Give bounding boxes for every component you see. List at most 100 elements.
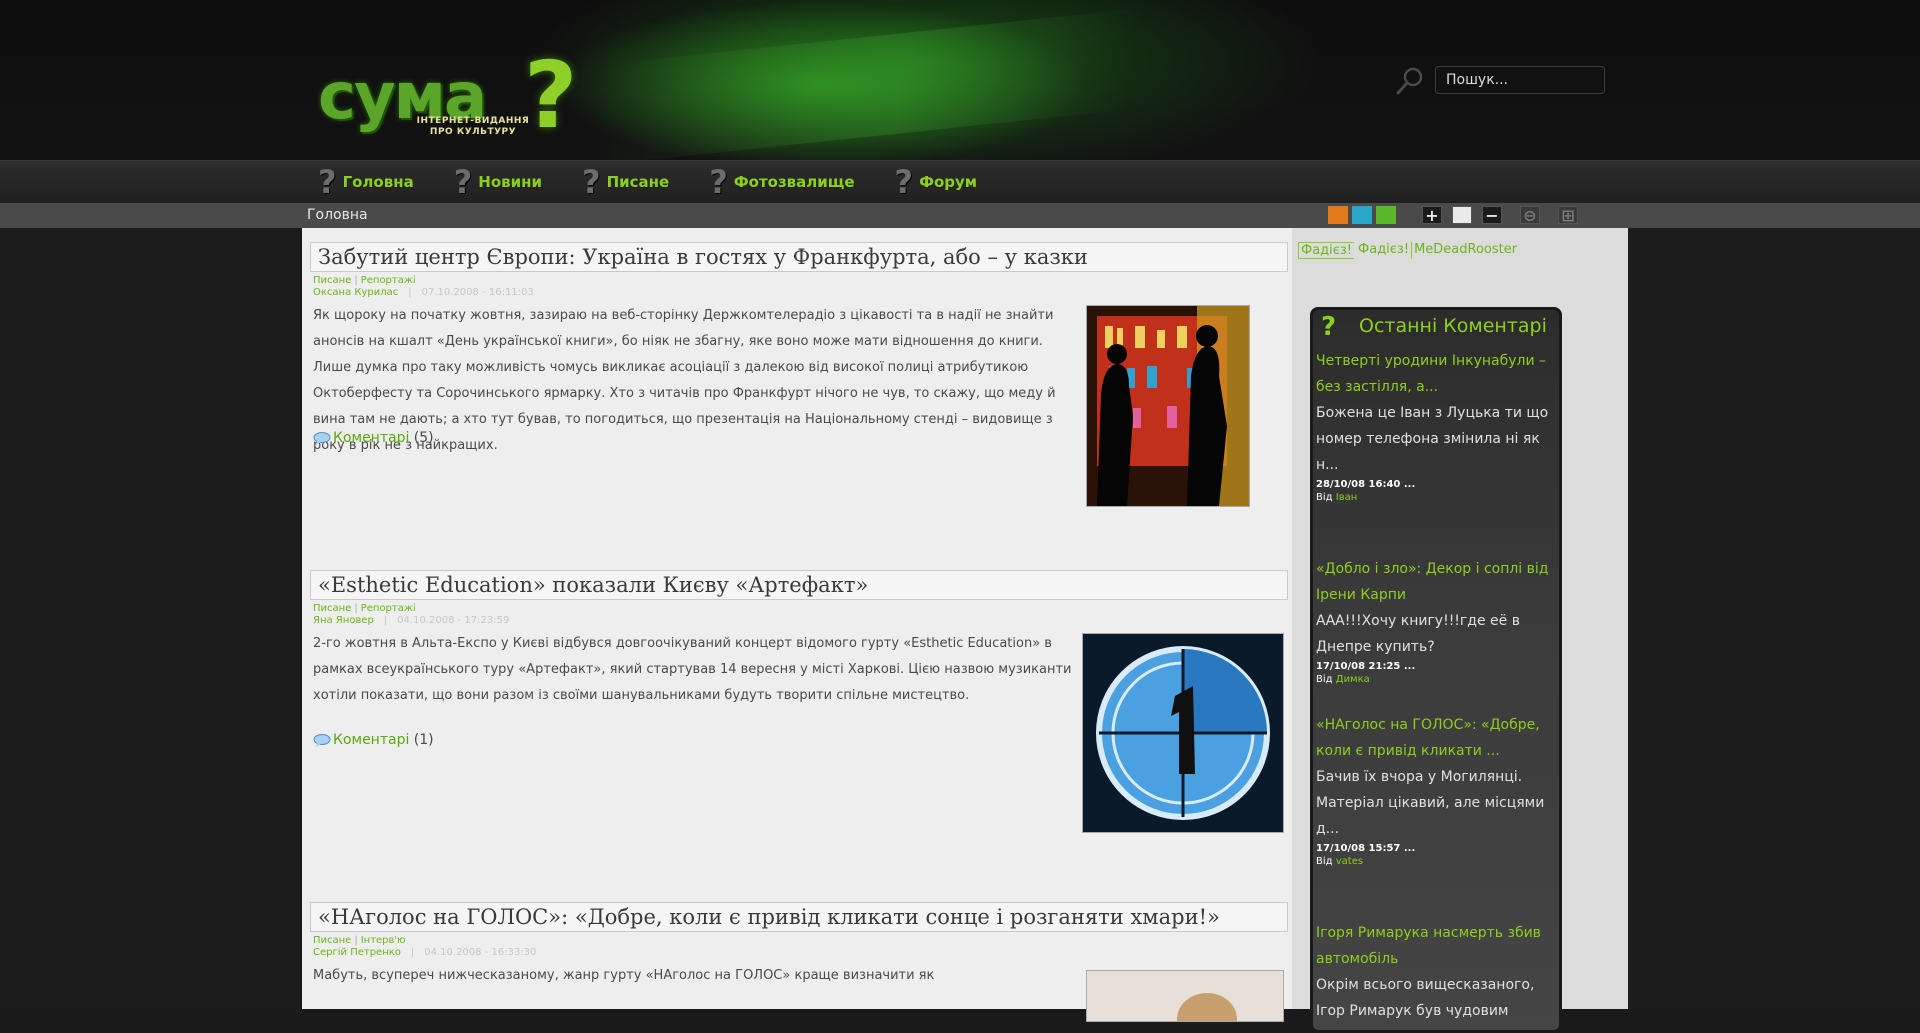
question-mark-icon: ? (1321, 312, 1337, 342)
comment-item: «Добло і зло»: Декор і соплі від Ірени К… (1316, 556, 1554, 686)
comment-bubble-icon (313, 733, 331, 747)
logo-subtitle-line2: ПРО КУЛЬТУРУ (429, 127, 517, 137)
comment-date: 28/10/08 16:40 ... (1316, 479, 1416, 490)
article-categories: Писане | Репортажі (313, 603, 416, 614)
nav-item-written[interactable]: ? Писане (582, 166, 669, 198)
question-mark-icon: ? (894, 163, 914, 201)
question-mark-icon: ? (709, 163, 728, 201)
comment-article-link[interactable]: «Добло і зло»: Декор і соплі від Ірени К… (1316, 556, 1554, 608)
site-logo[interactable]: сума ? ІНТЕРНЕТ-ВИДАННЯ ПРО КУЛЬТУРУ (318, 42, 578, 150)
article-categories: Писане | Інтерв'ю (313, 935, 406, 946)
question-mark-icon: ? (318, 163, 337, 201)
by-label: Від (1316, 856, 1333, 867)
comment-article-link[interactable]: «НАголос на ГОЛОС»: «Добре, коли є приві… (1316, 712, 1554, 764)
comments-count: (5) (413, 430, 434, 446)
search-input[interactable] (1435, 66, 1605, 94)
search-icon[interactable] (1395, 66, 1425, 96)
style-toolbar: + − ⊖ ⊞ (1328, 206, 1578, 224)
comment-author: Від Іван (1316, 491, 1554, 504)
question-mark-icon: ? (453, 163, 473, 201)
left-background (0, 228, 302, 1009)
page-content: Забутий центр Європи: Україна в гостях у… (302, 228, 1628, 1033)
comment-item: Четверті уродини Інкунабули – без застіл… (1316, 348, 1554, 504)
by-label: Від (1316, 492, 1333, 503)
nav-item-label: Головна (342, 173, 414, 191)
comment-item: «НАголос на ГОЛОС»: «Добре, коли є приві… (1316, 712, 1554, 868)
logo-subtitle-line1: ІНТЕРНЕТ-ВИДАННЯ (416, 116, 530, 126)
comments-link[interactable]: Коментарі (5) (313, 430, 434, 446)
nav-item-forum[interactable]: ? Форум (895, 166, 978, 198)
tag-cloud: Фадієз! Фадієз! MeDeadRooster (1298, 242, 1519, 259)
orange-theme-swatch[interactable] (1328, 206, 1348, 224)
article-meta: Сергій Петренко | 04.10.2008 - 16:33:30 (313, 947, 537, 958)
by-label: Від (1316, 674, 1333, 685)
article-body: Мабуть, всупереч нижческазаному, жанр гу… (313, 968, 935, 983)
article-title[interactable]: Забутий центр Європи: Україна в гостях у… (310, 242, 1288, 272)
font-decrease-button[interactable]: − (1482, 206, 1502, 224)
sidebar: Фадієз! Фадієз! MeDeadRooster ? Останні … (1292, 228, 1628, 1033)
category-link[interactable]: Писане (313, 275, 351, 286)
comment-user-link[interactable]: Іван (1336, 492, 1358, 503)
nav-item-label: Фотозвалище (733, 173, 855, 191)
font-reset-button[interactable] (1452, 206, 1472, 224)
question-mark-icon: ? (582, 163, 601, 201)
comment-excerpt: Бачив їх вчора у Могилянці. Матеріал цік… (1316, 769, 1545, 837)
comment-date: 17/10/08 21:25 ... (1316, 661, 1416, 672)
right-background (1628, 228, 1920, 1009)
green-theme-swatch[interactable] (1376, 206, 1396, 224)
author-link[interactable]: Оксана Курилас (313, 287, 398, 298)
article-image-bookshelf[interactable] (1086, 305, 1250, 507)
article-title[interactable]: «Esthetic Education» показали Києву «Арт… (310, 570, 1288, 600)
nav-item-label: Новини (478, 173, 543, 191)
narrow-layout-icon[interactable]: ⊖ (1520, 206, 1540, 224)
nav-item-home[interactable]: ? Головна (318, 166, 414, 198)
recent-comments-header: ? Останні Коментарі (1313, 310, 1559, 342)
article-meta: Яна Яновер | 04.10.2008 - 17:23:59 (313, 615, 510, 626)
article-date: 07.10.2008 - 16:11:03 (421, 287, 534, 298)
wide-layout-icon[interactable]: ⊞ (1558, 206, 1578, 224)
category-link[interactable]: Писане (313, 935, 351, 946)
article: «Esthetic Education» показали Києву «Арт… (310, 570, 1290, 870)
comments-count: (1) (413, 732, 434, 748)
font-increase-button[interactable]: + (1422, 206, 1442, 224)
article-title[interactable]: «НАголос на ГОЛОС»: «Добре, коли є приві… (310, 902, 1288, 932)
nav-item-news[interactable]: ? Новини (454, 166, 542, 198)
tag-link[interactable]: Фадієз! (1298, 242, 1355, 259)
main-nav: ? Головна ? Новини ? Писане ? Фотозвалищ… (0, 160, 1920, 204)
article-meta: Оксана Курилас | 07.10.2008 - 16:11:03 (313, 287, 534, 298)
site-header: сума ? ІНТЕРНЕТ-ВИДАННЯ ПРО КУЛЬТУРУ (0, 0, 1920, 160)
comments-label: Коментарі (333, 430, 410, 446)
subcategory-link[interactable]: Репортажі (361, 275, 416, 286)
category-link[interactable]: Писане (313, 603, 351, 614)
tag-link[interactable]: Фадієз! (1356, 242, 1411, 259)
comments-link[interactable]: Коментарі (1) (313, 732, 434, 748)
tag-link[interactable]: MeDeadRooster (1411, 242, 1519, 259)
comments-label: Коментарі (333, 732, 410, 748)
comment-excerpt: Окрім всього вищесказаного, Ігор Римарук… (1316, 977, 1535, 1019)
breadcrumb-bar: Головна + − ⊖ ⊞ (0, 203, 1920, 229)
breadcrumb: Головна (307, 207, 368, 223)
comment-article-link[interactable]: Четверті уродини Інкунабули – без застіл… (1316, 348, 1554, 400)
nav-item-label: Писане (606, 173, 670, 191)
comment-bubble-icon (313, 431, 331, 445)
comment-user-link[interactable]: Димка (1336, 674, 1370, 685)
main-column: Забутий центр Європи: Україна в гостях у… (302, 228, 1292, 1022)
comment-date: 17/10/08 15:57 ... (1316, 843, 1416, 854)
comment-excerpt: ААА!!!Хочу книгу!!!где её в Днепре купит… (1316, 613, 1520, 655)
article-image-portrait[interactable] (1086, 970, 1284, 1022)
recent-comments-panel: ? Останні Коментарі Четверті уродини Інк… (1310, 307, 1562, 1033)
comment-user-link[interactable]: vates (1336, 856, 1363, 867)
subcategory-link[interactable]: Інтерв'ю (361, 935, 406, 946)
comment-excerpt: Божена це Іван з Луцька ти що номер теле… (1316, 405, 1549, 473)
article-date: 04.10.2008 - 17:23:59 (397, 615, 510, 626)
comment-author: Від Димка (1316, 673, 1554, 686)
nav-item-photos[interactable]: ? Фотозвалище (709, 166, 854, 198)
author-link[interactable]: Сергій Петренко (313, 947, 401, 958)
subcategory-link[interactable]: Репортажі (361, 603, 416, 614)
comment-item: Ігоря Римарука насмерть збив автомобіль … (1316, 920, 1554, 1024)
author-link[interactable]: Яна Яновер (313, 615, 374, 626)
comment-author: Від vates (1316, 855, 1554, 868)
article-image-countdown[interactable] (1082, 633, 1284, 833)
blue-theme-swatch[interactable] (1352, 206, 1372, 224)
comment-article-link[interactable]: Ігоря Римарука насмерть збив автомобіль (1316, 920, 1554, 972)
